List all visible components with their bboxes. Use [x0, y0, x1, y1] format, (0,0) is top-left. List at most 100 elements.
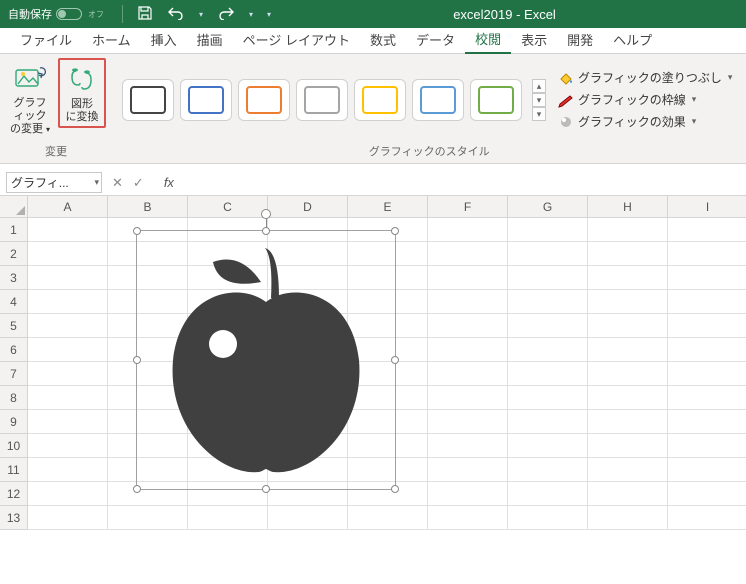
- cell[interactable]: [588, 362, 668, 386]
- undo-icon[interactable]: [167, 6, 185, 23]
- cell[interactable]: [588, 386, 668, 410]
- cell[interactable]: [508, 242, 588, 266]
- cell[interactable]: [508, 386, 588, 410]
- row-header-6[interactable]: 6: [0, 338, 28, 362]
- row-header-5[interactable]: 5: [0, 314, 28, 338]
- cell[interactable]: [588, 242, 668, 266]
- row-header-8[interactable]: 8: [0, 386, 28, 410]
- col-header-F[interactable]: F: [428, 196, 508, 218]
- cell[interactable]: [668, 266, 746, 290]
- select-all-corner[interactable]: [0, 196, 28, 218]
- cell[interactable]: [348, 506, 428, 530]
- cell[interactable]: [428, 218, 508, 242]
- col-header-C[interactable]: C: [188, 196, 268, 218]
- resize-handle-nw[interactable]: [133, 227, 141, 235]
- cell[interactable]: [668, 362, 746, 386]
- cell[interactable]: [428, 386, 508, 410]
- cell[interactable]: [28, 242, 108, 266]
- cell[interactable]: [428, 338, 508, 362]
- cell[interactable]: [668, 314, 746, 338]
- graphic-fill-button[interactable]: グラフィックの塗りつぶし ▾: [554, 68, 736, 87]
- resize-handle-se[interactable]: [391, 485, 399, 493]
- cell[interactable]: [428, 266, 508, 290]
- resize-handle-e[interactable]: [391, 356, 399, 364]
- tab-insert[interactable]: 挿入: [141, 26, 187, 53]
- tab-developer[interactable]: 開発: [557, 26, 603, 53]
- tab-home[interactable]: ホーム: [82, 26, 141, 53]
- row-header-12[interactable]: 12: [0, 482, 28, 506]
- tab-draw[interactable]: 描画: [187, 26, 233, 53]
- cell[interactable]: [508, 434, 588, 458]
- cell[interactable]: [588, 434, 668, 458]
- cell[interactable]: [588, 482, 668, 506]
- style-preset-0[interactable]: [122, 79, 174, 121]
- row-header-7[interactable]: 7: [0, 362, 28, 386]
- cell[interactable]: [668, 410, 746, 434]
- rotate-handle[interactable]: [261, 209, 271, 219]
- tab-help[interactable]: ヘルプ: [603, 26, 662, 53]
- cell[interactable]: [668, 506, 746, 530]
- cell[interactable]: [28, 386, 108, 410]
- cell[interactable]: [428, 458, 508, 482]
- row-header-1[interactable]: 1: [0, 218, 28, 242]
- cell[interactable]: [588, 314, 668, 338]
- col-header-A[interactable]: A: [28, 196, 108, 218]
- selected-graphic[interactable]: [136, 230, 396, 490]
- cell[interactable]: [428, 482, 508, 506]
- cell[interactable]: [28, 290, 108, 314]
- col-header-I[interactable]: I: [668, 196, 746, 218]
- cell[interactable]: [28, 410, 108, 434]
- row-header-2[interactable]: 2: [0, 242, 28, 266]
- cell[interactable]: [428, 290, 508, 314]
- row-header-10[interactable]: 10: [0, 434, 28, 458]
- row-header-3[interactable]: 3: [0, 266, 28, 290]
- cell[interactable]: [508, 458, 588, 482]
- apple-icon[interactable]: [151, 240, 381, 480]
- fx-label[interactable]: fx: [164, 175, 174, 190]
- gallery-scroll-up[interactable]: ▴: [532, 79, 546, 93]
- style-preset-2[interactable]: [238, 79, 290, 121]
- style-preset-3[interactable]: [296, 79, 348, 121]
- gallery-scroll-down[interactable]: ▾: [532, 93, 546, 107]
- resize-handle-s[interactable]: [262, 485, 270, 493]
- resize-handle-ne[interactable]: [391, 227, 399, 235]
- cell[interactable]: [588, 458, 668, 482]
- cell[interactable]: [428, 410, 508, 434]
- cell[interactable]: [588, 506, 668, 530]
- redo-icon[interactable]: [217, 6, 235, 23]
- cell[interactable]: [268, 506, 348, 530]
- cell[interactable]: [188, 506, 268, 530]
- cell[interactable]: [428, 434, 508, 458]
- undo-dropdown-icon[interactable]: ▾: [199, 10, 203, 19]
- change-graphic-button[interactable]: グラフィック の変更 ▾: [6, 58, 54, 140]
- cell[interactable]: [588, 290, 668, 314]
- cell[interactable]: [588, 410, 668, 434]
- cell[interactable]: [588, 338, 668, 362]
- tab-view[interactable]: 表示: [511, 26, 557, 53]
- cell[interactable]: [508, 482, 588, 506]
- resize-handle-sw[interactable]: [133, 485, 141, 493]
- cell[interactable]: [668, 434, 746, 458]
- cell[interactable]: [28, 266, 108, 290]
- graphic-outline-button[interactable]: グラフィックの枠線 ▾: [554, 90, 736, 109]
- cell[interactable]: [28, 338, 108, 362]
- cell[interactable]: [588, 218, 668, 242]
- cell[interactable]: [428, 242, 508, 266]
- style-preset-4[interactable]: [354, 79, 406, 121]
- tab-data[interactable]: データ: [406, 26, 465, 53]
- cell[interactable]: [28, 458, 108, 482]
- tab-pagelayout[interactable]: ページ レイアウト: [233, 26, 360, 53]
- cell[interactable]: [28, 218, 108, 242]
- autosave-switch-icon[interactable]: [56, 8, 82, 20]
- cell[interactable]: [508, 290, 588, 314]
- save-icon[interactable]: [137, 5, 153, 24]
- cell[interactable]: [668, 218, 746, 242]
- row-header-9[interactable]: 9: [0, 410, 28, 434]
- cell[interactable]: [668, 458, 746, 482]
- col-header-B[interactable]: B: [108, 196, 188, 218]
- cell[interactable]: [668, 482, 746, 506]
- tab-file[interactable]: ファイル: [10, 26, 82, 53]
- cell[interactable]: [508, 314, 588, 338]
- col-header-G[interactable]: G: [508, 196, 588, 218]
- cell[interactable]: [668, 386, 746, 410]
